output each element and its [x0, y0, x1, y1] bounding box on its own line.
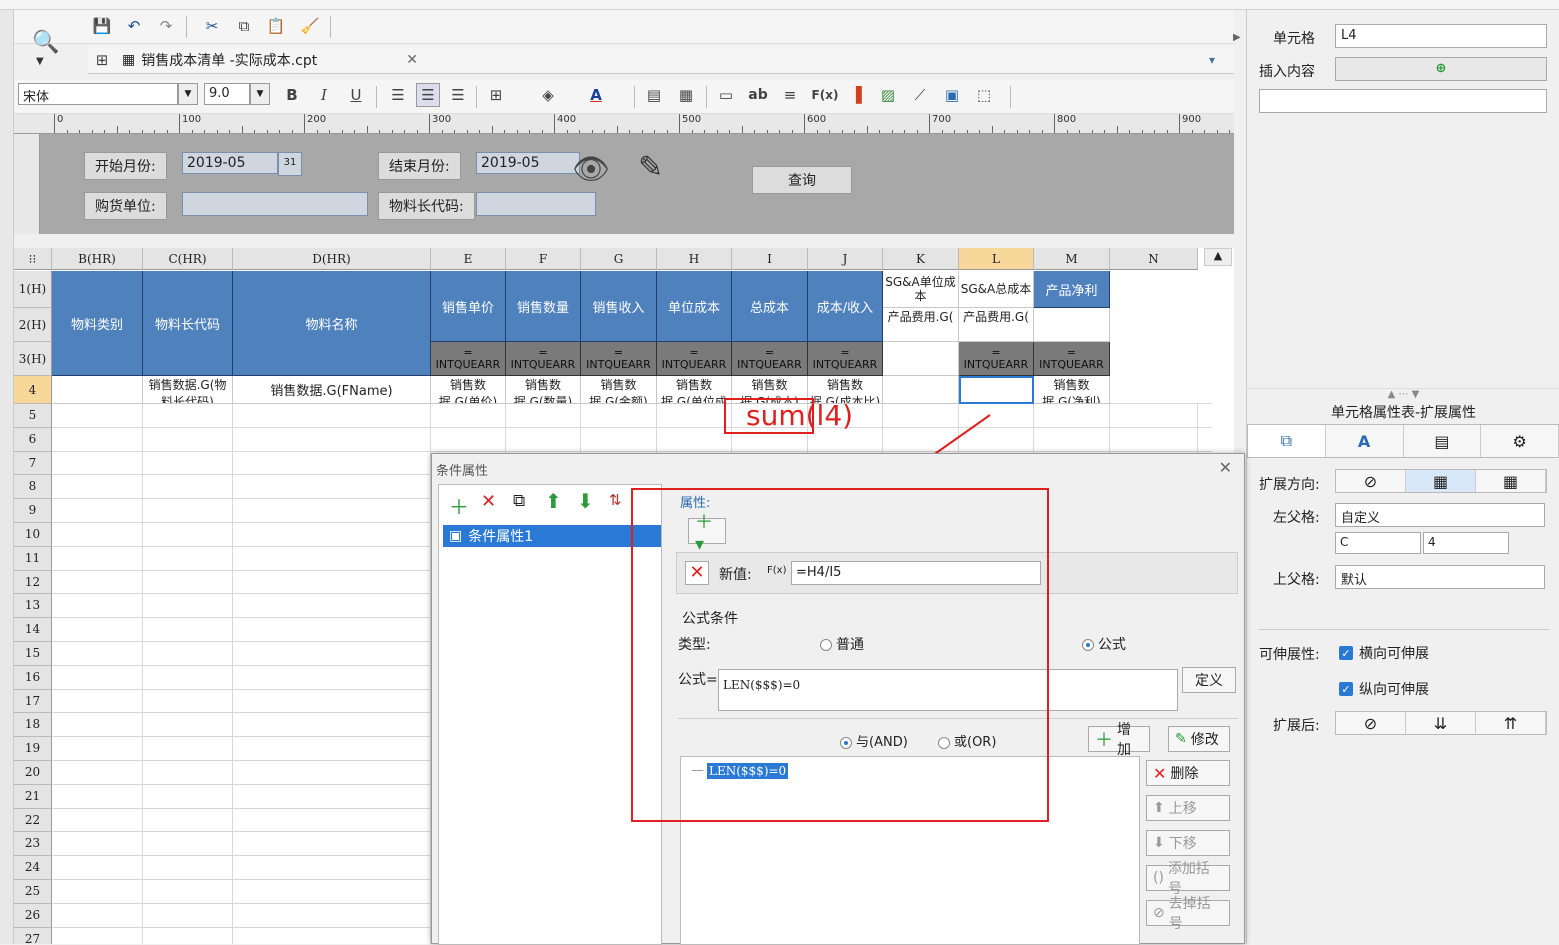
after-expand-label: 扩展后: [1273, 718, 1320, 734]
down-icon: ⬇ [1153, 835, 1165, 851]
unparen-icon: ⊘ [1153, 905, 1165, 921]
tab-style-icon[interactable]: A [1326, 425, 1404, 457]
divider [1259, 629, 1549, 630]
move-up-label: 上移 [1168, 801, 1197, 817]
expand-horizontal-icon[interactable]: ▦ [1476, 470, 1546, 492]
condition-list-pane: ＋ ✕ ⧉ ⬆ ⬇ ⇅ ▣ 条件属性1 [438, 484, 662, 945]
expand-dir-segment: ⊘ ▦ ▦ [1335, 469, 1547, 493]
condition-item-icon: ▣ [449, 528, 463, 544]
stretch-horizontal-checkbox[interactable]: ✓ 横向可伸展 [1339, 643, 1429, 663]
modify-cond-button[interactable]: ✎ 修改 [1168, 726, 1230, 752]
left-parent-label: 左父格: [1273, 510, 1320, 526]
top-parent-select[interactable]: 默认 [1335, 565, 1545, 589]
type-formula-radio[interactable]: 公式 [1082, 634, 1126, 654]
move-down-button[interactable]: ⬇ 下移 [1146, 830, 1230, 856]
insert-content-field[interactable] [1259, 89, 1547, 113]
add-cond-button[interactable]: ＋增加 [1088, 722, 1150, 758]
modify-cond-label: 修改 [1190, 732, 1219, 748]
delete-cond-label: 删除 [1170, 766, 1199, 782]
insert-content-label: 插入内容 [1259, 64, 1315, 80]
move-down-icon[interactable]: ⬇ [577, 489, 594, 513]
paren-icon: () [1153, 870, 1164, 886]
expand-dir-label: 扩展方向: [1259, 477, 1320, 493]
move-down-label: 下移 [1168, 836, 1197, 852]
type-formula-label: 公式 [1098, 637, 1126, 653]
top-parent-label: 上父格: [1273, 572, 1320, 588]
right-panel: 单元格 L4 插入内容 ⊕ ▲ ⋯ ▼ 单元格属性表-扩展属性 ⧉ A ▤ ⚙ … [1233, 10, 1559, 944]
modify-icon: ✎ [1175, 731, 1187, 747]
after-expand-segment: ⊘ ⇊ ⇈ [1335, 711, 1547, 735]
cell-address-input[interactable]: L4 [1335, 24, 1547, 48]
condition-item-label: 条件属性1 [468, 529, 534, 545]
stretch-vertical-checkbox[interactable]: ✓ 纵向可伸展 [1339, 679, 1429, 699]
stretch-vertical-label: 纵向可伸展 [1359, 682, 1429, 698]
sort-az-icon[interactable]: ⇅ [609, 491, 622, 509]
copy-condition-icon[interactable]: ⧉ [513, 491, 525, 511]
delete-condition-icon[interactable]: ✕ [481, 491, 496, 512]
right-collapse-icon[interactable]: ▶ [1233, 32, 1241, 43]
props-tab-bar: ⧉ A ▤ ⚙ [1247, 424, 1559, 458]
expand-vertical-icon[interactable]: ▦ [1406, 470, 1476, 492]
define-button[interactable]: 定义 [1182, 667, 1236, 693]
remove-paren-button[interactable]: ⊘ 去掉括号 [1146, 896, 1230, 932]
add-condition-icon[interactable]: ＋ [449, 491, 469, 520]
tab-expand-icon[interactable]: ⧉ [1248, 425, 1326, 457]
delete-cond-button[interactable]: ✕ 删除 [1146, 760, 1230, 786]
stretch-label: 可伸展性: [1259, 647, 1320, 663]
left-parent-row-input[interactable]: 4 [1423, 532, 1509, 554]
add-paren-button[interactable]: () 添加括号 [1146, 861, 1230, 897]
stretch-horizontal-label: 横向可伸展 [1359, 646, 1429, 662]
insert-content-button[interactable]: ⊕ [1335, 57, 1547, 81]
dialog-close-icon[interactable]: ✕ [1219, 458, 1232, 477]
condition-list-item[interactable]: ▣ 条件属性1 [443, 525, 661, 547]
move-up-icon[interactable]: ⬆ [545, 489, 562, 513]
add-cond-label: 增加 [1117, 722, 1131, 758]
left-parent-col-input[interactable]: C [1335, 532, 1421, 554]
sort-desc-icon[interactable]: ⇈ [1476, 712, 1546, 734]
highlight-box [631, 488, 1049, 822]
expand-none-icon[interactable]: ⊘ [1336, 470, 1406, 492]
add-paren-label: 添加括号 [1167, 861, 1210, 897]
left-parent-select[interactable]: 自定义 [1335, 503, 1545, 527]
add-cond-icon: ＋ [1095, 730, 1113, 751]
tab-attr-icon[interactable]: ▤ [1404, 425, 1482, 457]
sort-asc-icon[interactable]: ⇊ [1406, 712, 1476, 734]
dialog-title: 条件属性 [436, 464, 489, 479]
panel-splitter[interactable]: ▲ ⋯ ▼ [1247, 388, 1559, 402]
move-up-button[interactable]: ⬆ 上移 [1146, 795, 1230, 821]
cell-label: 单元格 [1273, 31, 1315, 47]
remove-paren-label: 去掉括号 [1168, 896, 1211, 932]
after-none-icon[interactable]: ⊘ [1336, 712, 1406, 734]
props-title: 单元格属性表-扩展属性 [1330, 405, 1477, 421]
delete-icon: ✕ [1153, 763, 1167, 783]
up-icon: ⬆ [1153, 800, 1165, 816]
tab-settings-icon[interactable]: ⚙ [1481, 425, 1559, 457]
